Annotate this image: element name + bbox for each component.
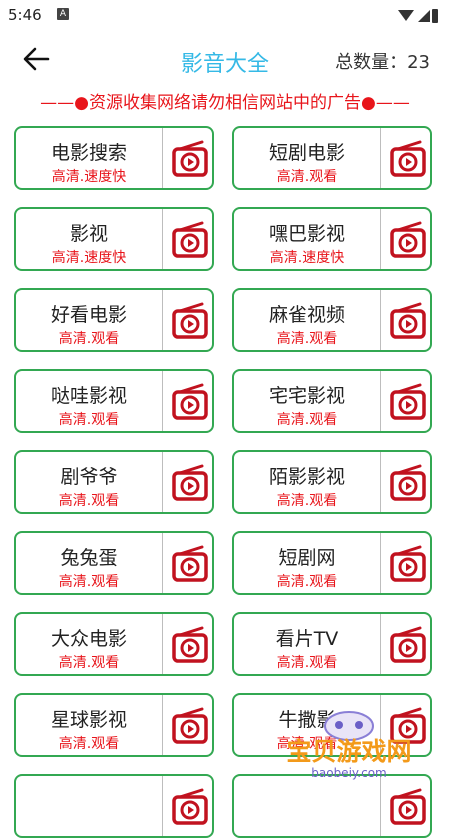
watermark-logo: 宝贝游戏网 baobeiy.com [274, 708, 424, 788]
card-divider [162, 533, 163, 593]
play-tv-icon [390, 545, 426, 582]
app-card[interactable]: 哒哇影视高清.观看 [14, 369, 214, 433]
app-card-name: 麻雀视频 [268, 304, 345, 326]
card-divider [380, 614, 381, 674]
play-tv-icon [390, 626, 426, 663]
app-card-name: 看片TV [275, 628, 339, 650]
play-tv-icon [390, 302, 426, 339]
app-card[interactable]: 影视高清.速度快 [14, 207, 214, 271]
card-divider [162, 776, 163, 836]
app-card[interactable]: 陌影影视高清.观看 [232, 450, 432, 514]
app-card-subtitle: 高清.观看 [276, 331, 338, 347]
app-card-subtitle: 高清.速度快 [51, 169, 127, 185]
status-bar: 5:46 A [0, 0, 450, 30]
play-tv-icon [172, 707, 208, 744]
app-card-subtitle: 高清.观看 [58, 736, 120, 752]
play-tv-icon [172, 302, 208, 339]
app-card-name: 剧爷爷 [60, 466, 118, 488]
app-notification-icon: A [57, 8, 69, 20]
app-card[interactable]: 麻雀视频高清.观看 [232, 288, 432, 352]
play-tv-icon [172, 545, 208, 582]
play-tv-icon [172, 464, 208, 501]
play-tv-icon [172, 383, 208, 420]
app-card-subtitle: 高清.速度快 [51, 250, 127, 266]
header: 影音大全 总数量：23 [0, 30, 450, 88]
app-card[interactable]: 电影搜索高清.速度快 [14, 126, 214, 190]
app-card[interactable]: 短剧网高清.观看 [232, 531, 432, 595]
app-card-name: 哒哇影视 [50, 385, 127, 407]
total-count: 总数量：23 [335, 48, 430, 74]
app-card-name: 电影搜索 [50, 142, 127, 164]
app-card-subtitle: 高清.观看 [58, 493, 120, 509]
app-card[interactable] [14, 774, 214, 838]
app-card-name: 宅宅影视 [268, 385, 345, 407]
app-card-name: 好看电影 [50, 304, 127, 326]
app-card-subtitle: 高清.观看 [58, 655, 120, 671]
app-card[interactable]: 看片TV 高清.观看 [232, 612, 432, 676]
app-card-subtitle: 高清.观看 [58, 574, 120, 590]
card-divider [380, 209, 381, 269]
card-divider [380, 371, 381, 431]
play-tv-icon [390, 383, 426, 420]
signal-icon [418, 10, 430, 22]
card-divider [380, 533, 381, 593]
app-card-subtitle: 高清.观看 [58, 331, 120, 347]
app-card[interactable]: 星球影视高清.观看 [14, 693, 214, 757]
wifi-icon [398, 10, 414, 21]
total-count-value: 23 [407, 52, 430, 73]
card-divider [162, 452, 163, 512]
app-card[interactable]: 剧爷爷高清.观看 [14, 450, 214, 514]
play-tv-icon [172, 140, 208, 177]
card-divider [380, 290, 381, 350]
app-card-subtitle: 高清.观看 [276, 493, 338, 509]
app-card-name: 兔兔蛋 [60, 547, 118, 569]
card-divider [162, 128, 163, 188]
app-card-subtitle: 高清.观看 [276, 574, 338, 590]
card-divider [162, 209, 163, 269]
play-tv-icon [390, 464, 426, 501]
ad-warning-notice: ——●资源收集网络请勿相信网站中的广告●—— [40, 93, 410, 113]
play-tv-icon [390, 221, 426, 258]
app-card[interactable]: 短剧电影高清.观看 [232, 126, 432, 190]
app-card-subtitle: 高清.观看 [276, 412, 338, 428]
card-divider [380, 128, 381, 188]
watermark-text: 宝贝游戏网 [286, 737, 412, 766]
app-card-name: 短剧网 [278, 547, 336, 569]
app-card-subtitle: 高清.观看 [276, 169, 338, 185]
app-card[interactable]: 兔兔蛋高清.观看 [14, 531, 214, 595]
app-card-name: 星球影视 [50, 709, 127, 731]
app-card[interactable]: 大众电影高清.观看 [14, 612, 214, 676]
battery-icon [432, 9, 438, 23]
app-card-subtitle: 高清.观看 [58, 412, 120, 428]
app-card-name: 影视 [69, 223, 108, 245]
app-card[interactable]: 嘿巴影视高清.速度快 [232, 207, 432, 271]
app-card-name: 陌影影视 [268, 466, 345, 488]
app-card-subtitle: 高清.速度快 [269, 250, 345, 266]
watermark-url: baobeiy.com [311, 766, 387, 780]
card-divider [162, 614, 163, 674]
play-tv-icon [390, 140, 426, 177]
play-tv-icon [172, 221, 208, 258]
app-card-name: 嘿巴影视 [268, 223, 345, 245]
card-divider [162, 371, 163, 431]
status-icons [398, 9, 438, 23]
card-divider [162, 290, 163, 350]
app-card-name: 大众电影 [50, 628, 127, 650]
total-count-label: 总数量： [335, 52, 408, 73]
play-tv-icon [172, 788, 208, 825]
app-card[interactable]: 好看电影高清.观看 [14, 288, 214, 352]
app-card[interactable]: 宅宅影视高清.观看 [232, 369, 432, 433]
app-card-subtitle: 高清.观看 [276, 655, 338, 671]
card-divider [380, 452, 381, 512]
status-time: 5:46 [8, 6, 42, 24]
play-tv-icon [390, 788, 426, 825]
play-tv-icon [172, 626, 208, 663]
app-card-name: 短剧电影 [268, 142, 345, 164]
card-divider [162, 695, 163, 755]
